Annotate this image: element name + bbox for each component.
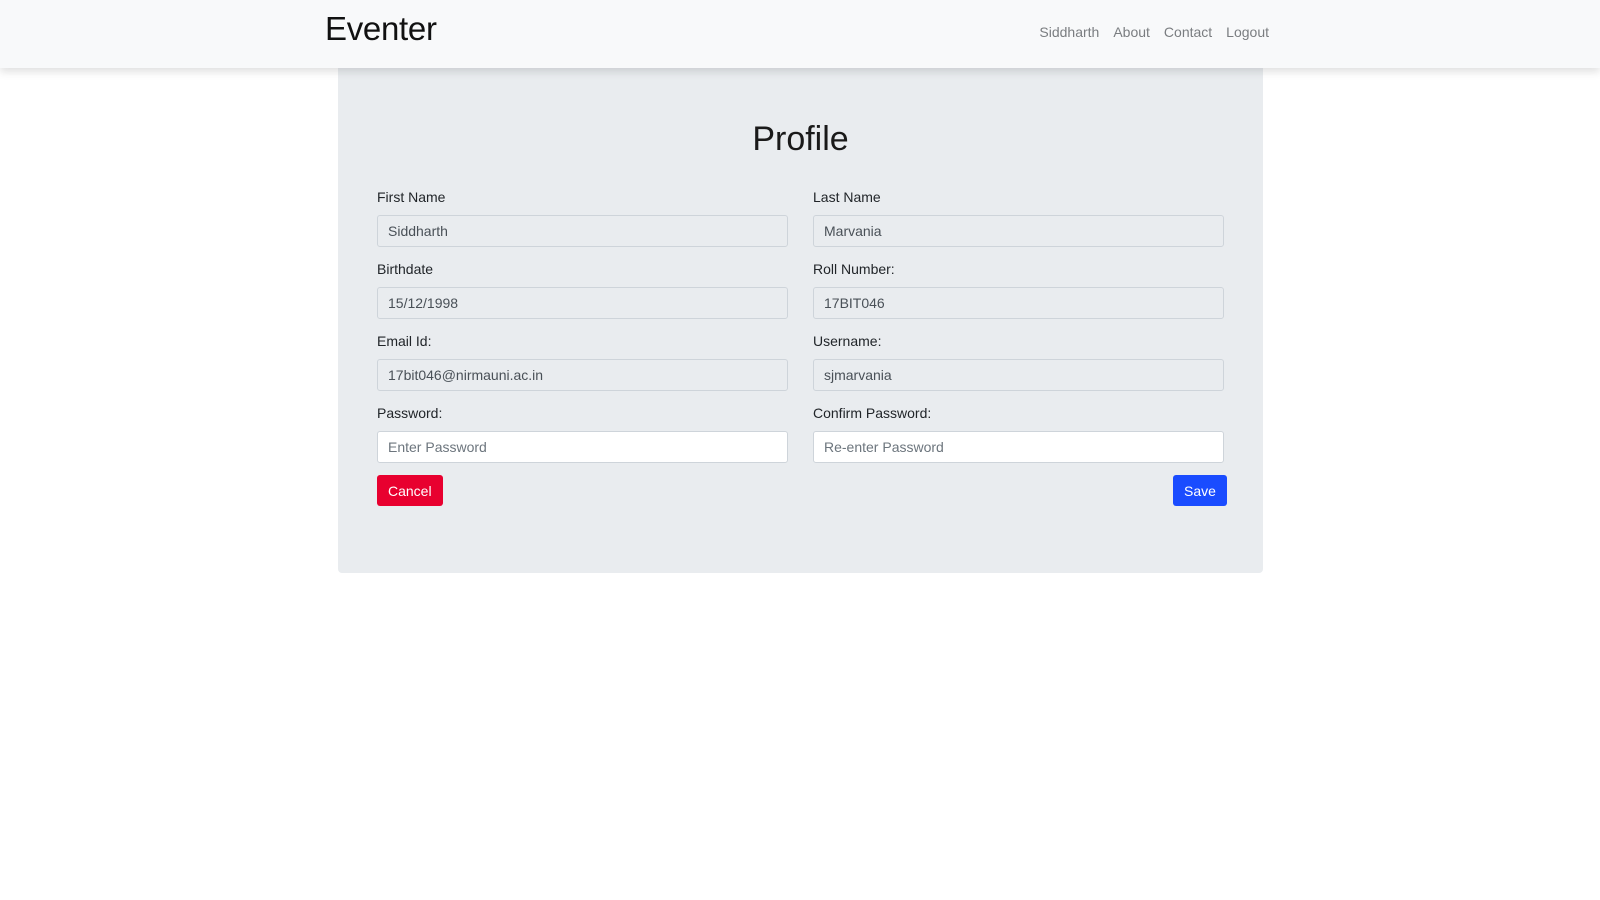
confirm-password-label: Confirm Password: [813,405,932,421]
brand-logo[interactable]: Eventer [325,10,437,48]
email-label: Email Id: [377,333,432,349]
profile-panel: Profile First Name Last Name Birthdate R… [338,68,1263,573]
first-name-label: First Name [377,189,446,205]
nav-link-logout[interactable]: Logout [1226,24,1269,40]
password-group: Password: [377,405,788,463]
cancel-button[interactable]: Cancel [377,475,443,506]
top-navbar: Eventer Siddharth About Contact Logout [0,0,1600,68]
birthdate-field[interactable] [377,287,788,319]
nav-link-user[interactable]: Siddharth [1039,24,1099,40]
username-field[interactable] [813,359,1224,391]
email-field[interactable] [377,359,788,391]
nav-link-about[interactable]: About [1113,24,1150,40]
last-name-field[interactable] [813,215,1224,247]
birthdate-label: Birthdate [377,261,434,277]
confirm-password-field[interactable] [813,431,1224,463]
save-button[interactable]: Save [1173,475,1227,506]
roll-number-label: Roll Number: [813,261,895,277]
last-name-label: Last Name [813,189,881,205]
password-label: Password: [377,405,443,421]
nav-link-contact[interactable]: Contact [1164,24,1212,40]
password-field[interactable] [377,431,788,463]
last-name-group: Last Name [813,189,1224,247]
page-title: Profile [752,120,849,158]
confirm-password-group: Confirm Password: [813,405,1224,463]
birthdate-group: Birthdate [377,261,788,319]
first-name-group: First Name [377,189,788,247]
username-label: Username: [813,333,882,349]
email-group: Email Id: [377,333,788,391]
first-name-field[interactable] [377,215,788,247]
nav-links: Siddharth About Contact Logout [1039,24,1269,40]
username-group: Username: [813,333,1224,391]
roll-number-field[interactable] [813,287,1224,319]
roll-number-group: Roll Number: [813,261,1224,319]
